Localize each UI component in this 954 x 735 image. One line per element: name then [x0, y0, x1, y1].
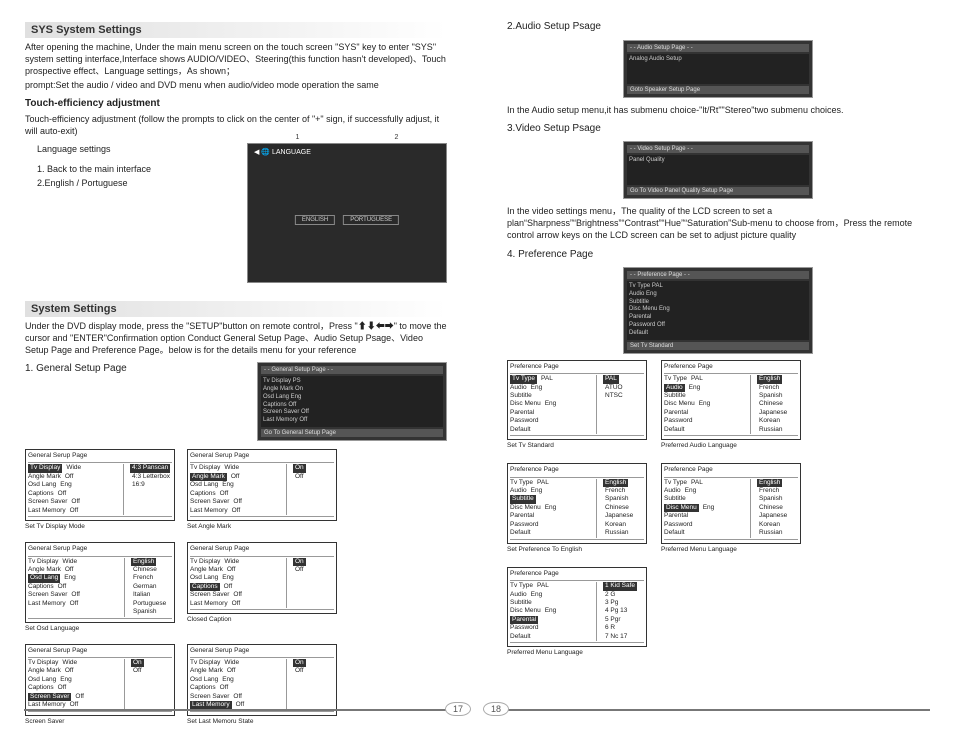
menu-table: General Serup PageTv DisplayWideAngle Ma…: [25, 449, 175, 521]
menu-table: General Serup PageTv DisplayWideAngle Ma…: [25, 644, 175, 716]
menu-table: Preference PageTv TypePALAudioEngSubtitl…: [507, 360, 647, 441]
audio-thumb-row: Analog Audio Setup: [629, 56, 682, 62]
preference-tables-grid: Preference PageTv TypePALAudioEngSubtitl…: [507, 360, 929, 657]
lang-portuguese-button: PORTUGUESE: [343, 215, 399, 225]
page-number-17: 17: [445, 702, 471, 716]
general-tables-grid: General Serup PageTv DisplayWideAngle Ma…: [25, 449, 447, 725]
preference-screenshot: - - Preference Page - - Tv Type PALAudio…: [623, 267, 813, 354]
page-footer-left: 17: [0, 709, 477, 727]
video-paragraph: In the video settings menu，The quality o…: [507, 205, 929, 241]
system-settings-heading: System Settings: [25, 301, 447, 317]
page-18: 2.Audio Setup Psage - - Audio Setup Page…: [477, 0, 954, 735]
menu-table: Preference PageTv TypePALAudioEngSubtitl…: [507, 567, 647, 648]
menu-table: Preference PageTv TypePALAudioEngSubtitl…: [661, 360, 801, 441]
menu-table: General Serup PageTv DisplayWideAngle Ma…: [25, 542, 175, 623]
video-thumb-row: Panel Quality: [629, 157, 665, 163]
page-17: SYS System Settings After opening the ma…: [0, 0, 477, 735]
video-thumb-footer: Go To Video Panel Quality Setup Page: [627, 187, 809, 195]
sys-paragraph-1: After opening the machine, Under the mai…: [25, 41, 447, 77]
audio-paragraph: In the Audio setup menu,it has submenu c…: [507, 104, 929, 116]
page-number-18: 18: [483, 702, 509, 716]
menu-table: Preference PageTv TypePALAudioEngSubtitl…: [507, 463, 647, 544]
general-setup-screenshot: - - General Setup Page - - Tv Display PS…: [257, 362, 447, 441]
lang-english-button: ENGLISH: [295, 215, 335, 225]
video-thumb-title: - - Video Setup Page - -: [627, 145, 809, 153]
menu-table: General Serup PageTv DisplayWideAngle Ma…: [187, 449, 337, 521]
audio-thumb-footer: Goto Speaker Setup Page: [627, 86, 809, 94]
general-thumb-footer: Go To General Setup Page: [261, 429, 443, 437]
sys-paragraph-2: prompt:Set the audio / video and DVD men…: [25, 79, 447, 91]
language-screenshot: 1 2 ◀ 🌐 LANGUAGE ENGLISH PORTUGUESE: [247, 143, 447, 283]
menu-table: Preference PageTv TypePALAudioEngSubtitl…: [661, 463, 801, 544]
menu-table: General Serup PageTv DisplayWideAngle Ma…: [187, 644, 337, 716]
preference-heading: 4. Preference Page: [507, 248, 929, 262]
audio-setup-heading: 2.Audio Setup Psage: [507, 20, 929, 34]
general-thumb-title: - - General Setup Page - -: [261, 366, 443, 374]
pref-thumb-footer: Set Tv Standard: [627, 342, 809, 350]
audio-thumb-title: - - Audio Setup Page - -: [627, 44, 809, 52]
page-footer-right: 18: [477, 709, 954, 727]
video-setup-heading: 3.Video Setup Psage: [507, 122, 929, 136]
marker-2: 2: [395, 134, 399, 141]
touch-efficiency-heading: Touch-efficiency adjustment: [25, 98, 447, 109]
menu-table: General Serup PageTv DisplayWideAngle Ma…: [187, 542, 337, 614]
pref-thumb-title: - - Preference Page - -: [627, 271, 809, 279]
video-setup-screenshot: - - Video Setup Page - - Panel Quality G…: [623, 141, 813, 199]
system-settings-paragraph: Under the DVD display mode, press the "S…: [25, 320, 447, 356]
marker-1: 1: [296, 134, 300, 141]
sys-settings-heading: SYS System Settings: [25, 22, 447, 38]
language-screenshot-title: ◀ 🌐 LANGUAGE: [254, 148, 311, 156]
audio-setup-screenshot: - - Audio Setup Page - - Analog Audio Se…: [623, 40, 813, 98]
